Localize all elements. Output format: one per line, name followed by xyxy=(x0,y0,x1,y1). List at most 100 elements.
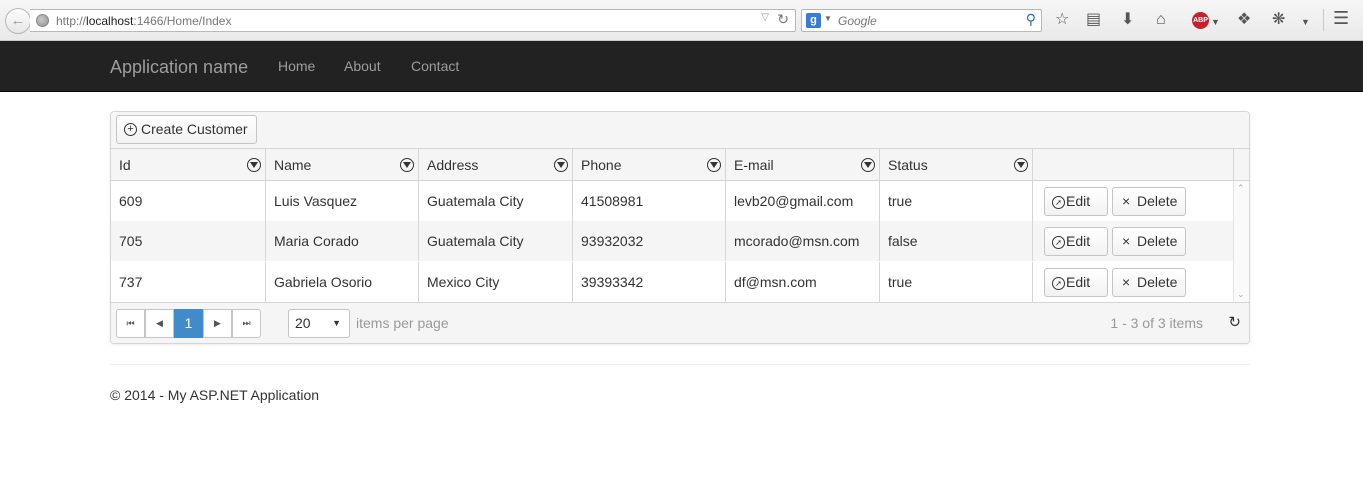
refresh-icon[interactable]: ↻ xyxy=(1228,313,1241,331)
page-number-button[interactable]: 1 xyxy=(174,309,203,338)
star-icon[interactable]: ☆ xyxy=(1055,10,1069,30)
url-dropdown-icon[interactable]: ▽ xyxy=(761,12,769,23)
delete-button[interactable]: × Delete xyxy=(1112,268,1186,297)
column-header-name[interactable]: Name xyxy=(266,149,419,181)
column-label: Address xyxy=(427,157,479,173)
footer-divider xyxy=(110,364,1250,365)
grid-header: Id Name Address Phone E-mail Status xyxy=(111,149,1249,181)
create-customer-label: Create Customer xyxy=(141,121,248,137)
next-page-icon[interactable]: ▶ xyxy=(203,309,232,338)
prev-page-icon[interactable]: ◀ xyxy=(145,309,174,338)
first-page-icon[interactable]: ⏮ xyxy=(116,309,145,338)
scroll-up-icon[interactable]: ⌃ xyxy=(1237,183,1245,194)
column-label: Name xyxy=(274,157,312,173)
column-header-id[interactable]: Id xyxy=(111,149,266,181)
cell-id: 705 xyxy=(111,221,266,261)
edit-button[interactable]: ➚ Edit xyxy=(1044,227,1108,256)
filter-icon[interactable] xyxy=(400,158,414,172)
nav-link-home[interactable]: Home xyxy=(278,58,315,74)
navbar-brand[interactable]: Application name xyxy=(110,57,248,78)
page-size-select[interactable]: 20 ▼ xyxy=(288,309,350,338)
delete-label: Delete xyxy=(1137,193,1178,209)
items-per-page-label: items per page xyxy=(356,315,449,331)
search-icon[interactable]: ⚲ xyxy=(1026,11,1036,28)
edit-button[interactable]: ➚ Edit xyxy=(1044,268,1108,297)
table-row[interactable]: 705 Maria Corado Guatemala City 93932032… xyxy=(111,221,1233,261)
reader-icon[interactable]: ▤ xyxy=(1086,10,1101,30)
grid-pager: ⏮ ◀ 1 ▶ ⏭ 20 ▼ items per page 1 - 3 of 3… xyxy=(111,302,1249,343)
customer-grid: + Create Customer Id Name Address Phone … xyxy=(110,111,1250,344)
adblock-icon[interactable]: ABP xyxy=(1192,12,1209,29)
edit-button[interactable]: ➚ Edit xyxy=(1044,187,1108,216)
adblock-dropdown-icon[interactable]: ▼ xyxy=(1211,12,1220,32)
column-header-email[interactable]: E-mail xyxy=(726,149,880,181)
column-label: Phone xyxy=(581,157,622,173)
delete-label: Delete xyxy=(1137,274,1178,290)
bug-dropdown-icon[interactable]: ▼ xyxy=(1301,12,1310,32)
column-label: Id xyxy=(119,157,131,173)
table-row[interactable]: 737 Gabriela Osorio Mexico City 39393342… xyxy=(111,262,1233,302)
browser-toolbar: ← http://localhost:1466/Home/Index ▽ ↻ g… xyxy=(0,0,1363,41)
cell-status: false xyxy=(880,221,1033,261)
filter-icon[interactable] xyxy=(554,158,568,172)
search-engine-dropdown-icon[interactable]: ▼ xyxy=(824,14,832,23)
table-row[interactable]: 609 Luis Vasquez Guatemala City 41508981… xyxy=(111,181,1233,221)
plus-circle-icon: + xyxy=(124,123,137,136)
search-bar[interactable]: g ▼ Google ⚲ xyxy=(801,9,1042,32)
cell-actions: ➚ Edit × Delete xyxy=(1033,181,1233,221)
scroll-down-icon[interactable]: ⌄ xyxy=(1237,289,1245,300)
globe-icon xyxy=(36,14,49,27)
edit-icon: ➚ xyxy=(1052,196,1065,209)
cell-phone: 93932032 xyxy=(573,221,726,261)
extension-icon[interactable]: ❖ xyxy=(1237,10,1251,30)
pager-info: 1 - 3 of 3 items xyxy=(1110,315,1203,331)
google-logo-icon[interactable]: g xyxy=(806,13,821,28)
back-arrow-icon[interactable]: ← xyxy=(5,8,31,34)
cell-actions: ➚ Edit × Delete xyxy=(1033,221,1233,261)
close-icon: × xyxy=(1122,233,1131,249)
grid-body: 609 Luis Vasquez Guatemala City 41508981… xyxy=(111,181,1233,302)
edit-icon: ➚ xyxy=(1052,277,1065,290)
column-label: E-mail xyxy=(734,157,774,173)
filter-icon[interactable] xyxy=(247,158,261,172)
url-path: :1466/Home/Index xyxy=(133,14,232,28)
column-header-actions xyxy=(1033,149,1233,181)
cell-email: mcorado@msn.com xyxy=(726,221,880,261)
cell-phone: 39393342 xyxy=(573,262,726,302)
last-page-icon[interactable]: ⏭ xyxy=(232,309,261,338)
cell-id: 737 xyxy=(111,262,266,302)
cell-phone: 41508981 xyxy=(573,181,726,221)
menu-icon[interactable]: ☰ xyxy=(1333,8,1349,28)
cell-email: levb20@gmail.com xyxy=(726,181,880,221)
close-icon: × xyxy=(1122,274,1131,290)
delete-button[interactable]: × Delete xyxy=(1112,227,1186,256)
home-icon[interactable]: ⌂ xyxy=(1156,10,1166,30)
footer-text: © 2014 - My ASP.NET Application xyxy=(110,387,320,403)
edit-label: Edit xyxy=(1066,233,1091,249)
delete-button[interactable]: × Delete xyxy=(1112,187,1186,216)
url-host: localhost xyxy=(86,14,134,28)
cell-actions: ➚ Edit × Delete xyxy=(1033,262,1233,302)
filter-icon[interactable] xyxy=(1014,158,1028,172)
cell-email: df@msn.com xyxy=(726,262,880,302)
site-navbar: Application name Home About Contact xyxy=(0,41,1363,92)
bug-icon[interactable]: ❋ xyxy=(1272,10,1285,30)
search-input[interactable]: Google xyxy=(838,14,877,28)
column-header-address[interactable]: Address xyxy=(419,149,573,181)
column-header-phone[interactable]: Phone xyxy=(573,149,726,181)
cell-address: Mexico City xyxy=(419,262,573,302)
download-icon[interactable]: ⬇ xyxy=(1121,10,1134,30)
edit-label: Edit xyxy=(1066,193,1091,209)
create-customer-button[interactable]: + Create Customer xyxy=(116,115,257,144)
filter-icon[interactable] xyxy=(707,158,721,172)
nav-link-about[interactable]: About xyxy=(344,58,381,74)
url-text[interactable]: http://localhost:1466/Home/Index xyxy=(56,14,231,28)
cell-address: Guatemala City xyxy=(419,181,573,221)
cell-name: Gabriela Osorio xyxy=(266,262,419,302)
reload-icon[interactable]: ↻ xyxy=(777,11,789,28)
column-header-status[interactable]: Status xyxy=(880,149,1033,181)
address-bar[interactable]: http://localhost:1466/Home/Index ▽ ↻ xyxy=(30,9,796,32)
filter-icon[interactable] xyxy=(861,158,875,172)
vertical-scrollbar[interactable]: ⌃ ⌄ xyxy=(1233,181,1249,302)
nav-link-contact[interactable]: Contact xyxy=(411,58,459,74)
